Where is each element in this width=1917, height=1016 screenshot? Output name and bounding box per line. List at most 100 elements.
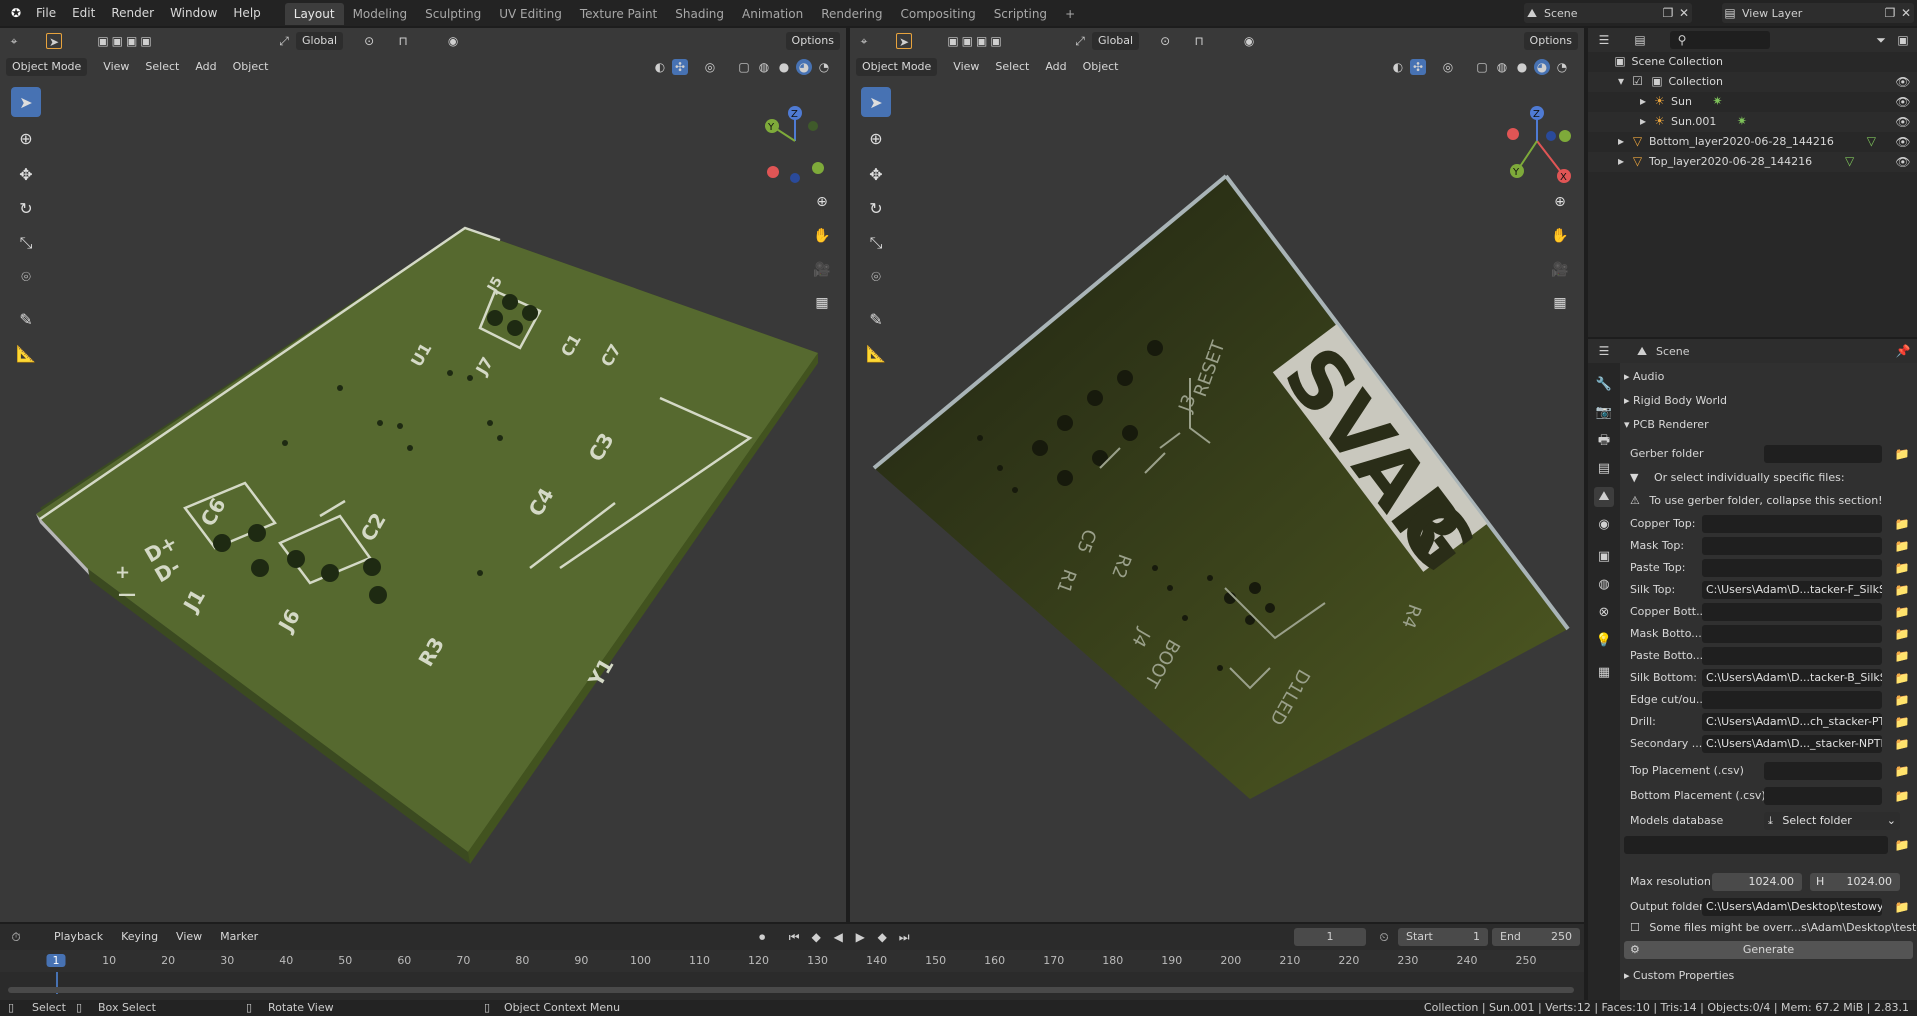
gizmo-neg-x[interactable] [1507, 128, 1519, 140]
view-layer-selector[interactable]: ▤ View Layer ❐ ✕ [1722, 3, 1914, 23]
record-icon[interactable]: ⏺ [754, 929, 770, 945]
current-frame-field[interactable]: 1 [1294, 928, 1366, 946]
data-tab-icon[interactable]: 💡 [1594, 631, 1614, 651]
folder-icon[interactable]: 📁 [1893, 445, 1911, 463]
timeline-scrollbar[interactable] [8, 987, 1574, 993]
rotate-tool[interactable]: ↻ [861, 193, 891, 223]
outliner-item-scene-collection[interactable]: ▣ Scene Collection [1588, 52, 1917, 72]
measure-tool[interactable]: 📐 [11, 338, 41, 368]
rotate-tool[interactable]: ↻ [11, 193, 41, 223]
play-reverse-icon[interactable]: ◀ [830, 929, 846, 945]
models-path-field[interactable] [1624, 836, 1888, 854]
viewport-right[interactable]: ⌖ ➤ ▣▣▣▣ ⤢ Global ⊙ ⊓ ◉ Options Object M… [850, 28, 1584, 922]
close-icon[interactable]: ✕ [1898, 5, 1914, 21]
zoom-button[interactable]: ⊕ [809, 189, 835, 215]
gizmo-y-neg-dot[interactable] [812, 162, 824, 174]
select-box-tool[interactable]: ➤ [11, 87, 41, 117]
viewport-left[interactable]: ⌖ ➤ ▣▣▣▣ ⤢ Global ⊙ ⊓ ◉ Options Object M… [0, 28, 846, 922]
next-keyframe-icon[interactable]: ◆ [874, 929, 890, 945]
file-path-field[interactable] [1702, 537, 1882, 555]
tab-shading[interactable]: Shading [666, 3, 733, 25]
pan-button[interactable]: ✋ [1547, 223, 1573, 249]
eye-icon[interactable]: 👁 [1895, 154, 1911, 170]
folder-icon[interactable]: 📁 [1893, 515, 1911, 533]
checkbox-icon[interactable]: ☑ [1630, 73, 1646, 89]
camera-button[interactable]: 🎥 [1547, 257, 1573, 283]
eye-icon[interactable]: 👁 [1895, 114, 1911, 130]
panel-pcb-renderer[interactable]: ▾ PCB Renderer [1624, 414, 1913, 436]
editor-type-icon[interactable]: ⏱ [8, 929, 24, 945]
menu-help[interactable]: Help [225, 0, 268, 26]
folder-icon[interactable]: 📁 [1893, 713, 1911, 731]
pin-icon[interactable]: 📌 [1895, 343, 1911, 359]
cursor-tool[interactable]: ⊕ [861, 123, 891, 153]
file-path-field[interactable] [1702, 647, 1882, 665]
menu-keying[interactable]: Keying [115, 928, 164, 946]
measure-tool[interactable]: 📐 [861, 338, 891, 368]
new-collection-icon[interactable]: ▣ [1895, 32, 1911, 48]
ortho-toggle-button[interactable]: ▦ [1547, 290, 1573, 316]
folder-icon[interactable]: 📁 [1893, 581, 1911, 599]
gerber-folder-field[interactable] [1764, 445, 1882, 463]
end-frame-field[interactable]: End 250 [1492, 928, 1580, 946]
menu-render[interactable]: Render [103, 0, 162, 26]
jump-end-icon[interactable]: ⏭ [896, 929, 912, 945]
tab-animation[interactable]: Animation [733, 3, 812, 25]
file-path-field[interactable]: C:\Users\Adam\D...tacker-B_SilkS.gbr [1702, 669, 1882, 687]
filter-icon[interactable]: ⏷ [1873, 32, 1889, 48]
file-path-field[interactable]: C:\Users\Adam\D...ch_stacker-PTH.drl [1702, 713, 1882, 731]
gizmo-neg-z[interactable] [790, 173, 800, 183]
file-path-field[interactable]: C:\Users\Adam\D...tacker-F_SilkS.gbr [1702, 581, 1882, 599]
folder-icon[interactable]: 📁 [1893, 735, 1911, 753]
folder-icon[interactable]: 📁 [1893, 647, 1911, 665]
clock-icon[interactable]: ⏲ [1376, 929, 1392, 945]
prev-keyframe-icon[interactable]: ◆ [808, 929, 824, 945]
tab-texture-paint[interactable]: Texture Paint [571, 3, 666, 25]
generate-button[interactable]: ⚙ Generate [1624, 941, 1913, 959]
outliner-item-sun-001[interactable]: ▸ ☀ Sun.001 ✷ 👁 [1588, 112, 1917, 132]
output-folder-field[interactable]: C:\Users\Adam\Desktop\testowy\ [1702, 898, 1882, 916]
editor-type-icon[interactable]: ☰ [1596, 32, 1612, 48]
folder-icon[interactable]: 📁 [1893, 537, 1911, 555]
file-path-field[interactable] [1702, 559, 1882, 577]
copy-icon[interactable]: ❐ [1660, 5, 1676, 21]
annotate-tool[interactable]: ✎ [11, 304, 41, 334]
blender-logo-icon[interactable]: ✪ [8, 5, 24, 21]
tab-modeling[interactable]: Modeling [344, 3, 417, 25]
tab-uv-editing[interactable]: UV Editing [490, 3, 571, 25]
menu-edit[interactable]: Edit [64, 0, 103, 26]
outliner-search[interactable]: ⚲ [1670, 31, 1770, 49]
tab-rendering[interactable]: Rendering [812, 3, 891, 25]
cursor-tool[interactable]: ⊕ [11, 123, 41, 153]
scale-tool[interactable]: ⤡ [861, 228, 891, 258]
models-database-dropdown[interactable]: ⤓ Select folder ⌄ [1764, 812, 1900, 830]
tab-sculpting[interactable]: Sculpting [416, 3, 490, 25]
expand-arrow-icon[interactable]: ▾ [1616, 73, 1626, 89]
navigation-gizmo[interactable]: Z Y [755, 96, 835, 186]
gizmo-x-dot[interactable] [767, 166, 779, 178]
transform-tool[interactable]: ⌾ [861, 262, 891, 292]
timeline-ruler[interactable]: 1 10 20 30 40 50 60 70 80 90 100 110 120 130 140 150 160… [0, 950, 1584, 972]
world-tab-icon[interactable]: ◉ [1594, 515, 1614, 535]
select-box-tool[interactable]: ➤ [861, 87, 891, 117]
physics-tab-icon[interactable]: ◍ [1594, 575, 1614, 595]
file-path-field[interactable]: C:\Users\Adam\D..._stacker-NPTH.drl [1702, 735, 1882, 753]
folder-icon[interactable]: 📁 [1893, 691, 1911, 709]
object-tab-icon[interactable]: ▣ [1594, 547, 1614, 567]
menu-file[interactable]: File [28, 0, 64, 26]
expand-arrow-icon[interactable]: ▸ [1616, 153, 1626, 169]
max-resolution-width[interactable]: 1024.00 [1712, 873, 1802, 891]
ortho-toggle-button[interactable]: ▦ [809, 290, 835, 316]
add-workspace-button[interactable]: + [1056, 3, 1084, 25]
folder-icon[interactable]: 📁 [1893, 898, 1911, 916]
move-tool[interactable]: ✥ [861, 159, 891, 189]
file-path-field[interactable] [1702, 603, 1882, 621]
scene-tab-icon[interactable]: ⛰ [1594, 487, 1614, 507]
max-resolution-height[interactable]: H 1024.00 [1810, 873, 1900, 891]
file-path-field[interactable] [1702, 515, 1882, 533]
transform-tool[interactable]: ⌾ [11, 262, 41, 292]
folder-icon[interactable]: 📁 [1893, 559, 1911, 577]
eye-icon[interactable]: 👁 [1895, 134, 1911, 150]
folder-icon[interactable]: 📁 [1893, 836, 1911, 854]
eye-icon[interactable]: 👁 [1895, 94, 1911, 110]
